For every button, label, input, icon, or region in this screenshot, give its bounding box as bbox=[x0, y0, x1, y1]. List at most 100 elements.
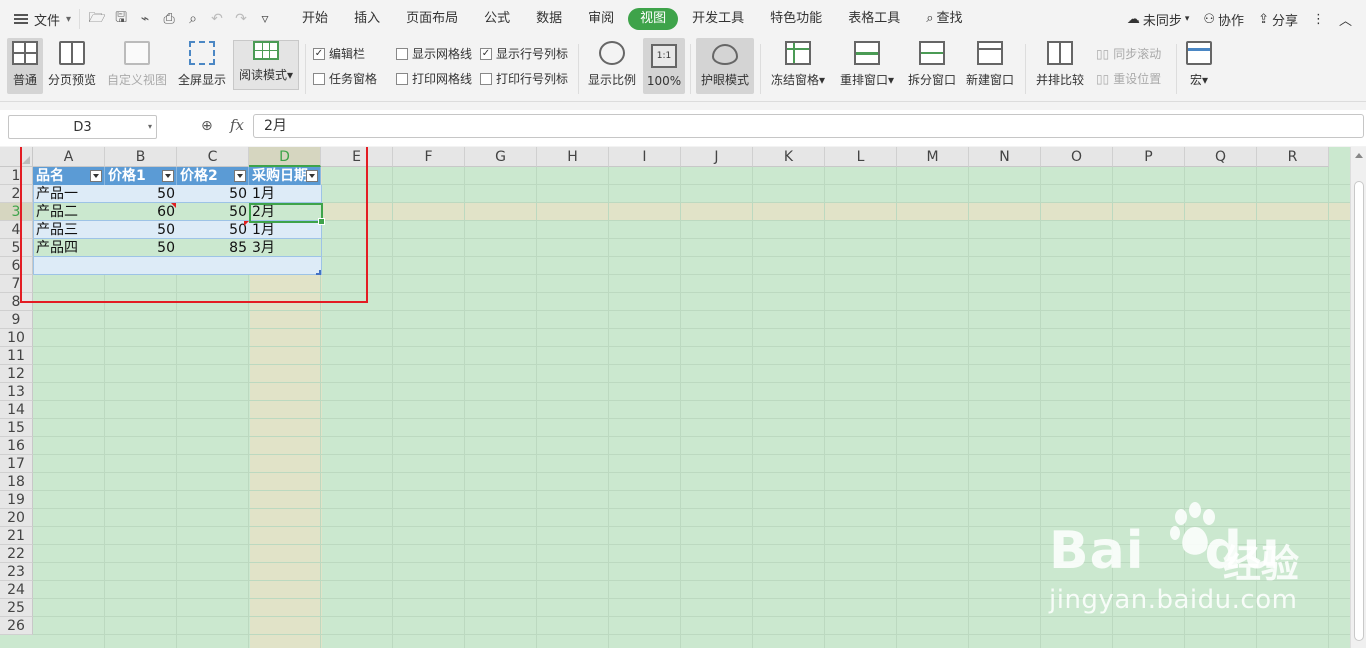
reset-position-button[interactable]: ▯▯ 重设位置 bbox=[1096, 70, 1161, 87]
scroll-thumb[interactable] bbox=[1354, 181, 1364, 641]
sync-status[interactable]: ☁ 未同步 ▾ bbox=[1127, 10, 1190, 29]
more-icon[interactable]: ⋮ bbox=[1312, 12, 1325, 27]
sync-scroll-button[interactable]: ▯▯ 同步滚动 bbox=[1096, 45, 1161, 62]
normal-view-button[interactable]: 普通 bbox=[7, 38, 43, 94]
tab-special[interactable]: 特色功能 bbox=[758, 8, 834, 30]
row-header-14[interactable]: 14 bbox=[0, 401, 33, 419]
edit-bar-checkbox[interactable]: ✓ 编辑栏 bbox=[313, 45, 365, 62]
row-header-23[interactable]: 23 bbox=[0, 563, 33, 581]
column-header-q[interactable]: Q bbox=[1185, 147, 1257, 167]
row-header-24[interactable]: 24 bbox=[0, 581, 33, 599]
share-button[interactable]: ⇪ 分享 bbox=[1258, 10, 1298, 29]
tab-page-layout[interactable]: 页面布局 bbox=[394, 8, 470, 30]
customize-dropdown-icon[interactable]: ▿ bbox=[256, 10, 274, 28]
task-pane-checkbox[interactable]: 任务窗格 bbox=[313, 70, 377, 87]
print-preview-icon[interactable]: ⌕ bbox=[184, 10, 202, 28]
gridline-vertical bbox=[752, 167, 753, 648]
gridline-horizontal bbox=[33, 508, 1350, 509]
print-headers-label: 打印行号列标 bbox=[496, 72, 569, 86]
print-headers-checkbox[interactable]: 打印行号列标 bbox=[480, 70, 568, 87]
gridline-horizontal bbox=[33, 616, 1350, 617]
split-window-button[interactable]: 拆分窗口 bbox=[906, 38, 958, 94]
page-break-preview-button[interactable]: 分页预览 bbox=[46, 38, 98, 94]
gridline-horizontal bbox=[33, 364, 1350, 365]
chevron-down-icon[interactable]: ▾ bbox=[148, 122, 152, 131]
column-header-k[interactable]: K bbox=[753, 147, 825, 167]
row-header-9[interactable]: 9 bbox=[0, 311, 33, 329]
row-header-25[interactable]: 25 bbox=[0, 599, 33, 617]
tab-home[interactable]: 开始 bbox=[290, 8, 340, 30]
print-icon[interactable]: ⎙ bbox=[160, 10, 178, 28]
column-header-r[interactable]: R bbox=[1257, 147, 1329, 167]
tab-developer[interactable]: 开发工具 bbox=[680, 8, 756, 30]
undo-icon[interactable]: ↶ bbox=[208, 10, 226, 28]
fullscreen-button[interactable]: 全屏显示 bbox=[176, 38, 228, 94]
separator bbox=[578, 44, 579, 94]
row-header-20[interactable]: 20 bbox=[0, 509, 33, 527]
side-by-side-button[interactable]: 并排比较 bbox=[1034, 38, 1086, 94]
row-header-13[interactable]: 13 bbox=[0, 383, 33, 401]
row-header-21[interactable]: 21 bbox=[0, 527, 33, 545]
zoom-100-button[interactable]: 1:1 100% bbox=[643, 38, 685, 94]
share-label: 分享 bbox=[1271, 13, 1298, 29]
column-header-n[interactable]: N bbox=[969, 147, 1041, 167]
row-header-11[interactable]: 11 bbox=[0, 347, 33, 365]
formula-input[interactable]: 2月 bbox=[253, 114, 1364, 138]
checkbox-empty-icon bbox=[396, 47, 408, 60]
freeze-panes-button[interactable]: 冻结窗格▾ bbox=[768, 38, 828, 94]
gridline-vertical bbox=[1112, 167, 1113, 648]
gridline-vertical bbox=[1184, 167, 1185, 648]
gridline-horizontal bbox=[33, 526, 1350, 527]
macro-button[interactable]: 宏▾ bbox=[1184, 38, 1214, 94]
show-headers-checkbox[interactable]: ✓ 显示行号列标 bbox=[480, 45, 568, 62]
column-header-g[interactable]: G bbox=[465, 147, 537, 167]
spreadsheet-grid[interactable]: 品名 价格1 价格2 采购日期 产品一 50 50 1月 产品二 60 50 2月 产品三 50 50 1月产… bbox=[0, 147, 1366, 648]
vertical-scrollbar[interactable] bbox=[1350, 147, 1366, 648]
collab-button[interactable]: ⚇ 协作 bbox=[1203, 10, 1244, 29]
save-icon[interactable]: 🖫 bbox=[112, 10, 130, 28]
custom-view-button[interactable]: 自定义视图 bbox=[106, 38, 168, 94]
row-header-16[interactable]: 16 bbox=[0, 437, 33, 455]
print-gridlines-checkbox[interactable]: 打印网格线 bbox=[396, 70, 472, 87]
hamburger-icon bbox=[14, 14, 28, 24]
row-header-12[interactable]: 12 bbox=[0, 365, 33, 383]
row-header-26[interactable]: 26 bbox=[0, 617, 33, 635]
zoom-magnifier-icon[interactable]: ⊕ bbox=[201, 118, 219, 136]
column-header-j[interactable]: J bbox=[681, 147, 753, 167]
row-header-22[interactable]: 22 bbox=[0, 545, 33, 563]
column-header-m[interactable]: M bbox=[897, 147, 969, 167]
scroll-up-icon[interactable] bbox=[1355, 153, 1363, 158]
eye-protection-button[interactable]: 护眼模式 bbox=[696, 38, 754, 94]
tab-table-tools[interactable]: 表格工具 bbox=[836, 8, 912, 30]
tab-data[interactable]: 数据 bbox=[524, 8, 574, 30]
tab-insert[interactable]: 插入 bbox=[342, 8, 392, 30]
row-header-17[interactable]: 17 bbox=[0, 455, 33, 473]
row-header-15[interactable]: 15 bbox=[0, 419, 33, 437]
column-header-l[interactable]: L bbox=[825, 147, 897, 167]
row-header-18[interactable]: 18 bbox=[0, 473, 33, 491]
sync-scroll-icon: ▯▯ bbox=[1096, 46, 1110, 61]
column-header-p[interactable]: P bbox=[1113, 147, 1185, 167]
file-menu[interactable]: 文件 ▾ bbox=[0, 0, 79, 38]
column-header-o[interactable]: O bbox=[1041, 147, 1113, 167]
fx-icon[interactable]: fx bbox=[230, 116, 244, 134]
tab-review[interactable]: 审阅 bbox=[576, 8, 626, 30]
reading-mode-button[interactable]: 阅读模式▾ bbox=[233, 40, 299, 90]
search-button[interactable]: ⌕ 查找 bbox=[914, 8, 974, 30]
open-folder-icon[interactable]: 🗁 bbox=[88, 10, 106, 28]
column-header-f[interactable]: F bbox=[393, 147, 465, 167]
tab-view[interactable]: 视图 bbox=[628, 8, 679, 30]
redo-icon[interactable]: ↷ bbox=[232, 10, 250, 28]
rearrange-windows-button[interactable]: 重排窗口▾ bbox=[836, 38, 898, 94]
tab-formulas[interactable]: 公式 bbox=[472, 8, 522, 30]
collapse-ribbon-icon[interactable]: ︿ bbox=[1339, 10, 1352, 29]
name-box[interactable]: D3 ▾ bbox=[8, 115, 157, 139]
column-header-h[interactable]: H bbox=[537, 147, 609, 167]
new-window-button[interactable]: 新建窗口 bbox=[964, 38, 1016, 94]
column-header-i[interactable]: I bbox=[609, 147, 681, 167]
row-header-19[interactable]: 19 bbox=[0, 491, 33, 509]
format-painter-icon[interactable]: ⌁ bbox=[136, 10, 154, 28]
show-gridlines-checkbox[interactable]: 显示网格线 bbox=[396, 45, 472, 62]
row-header-10[interactable]: 10 bbox=[0, 329, 33, 347]
zoom-button[interactable]: 显示比例 bbox=[586, 38, 638, 94]
